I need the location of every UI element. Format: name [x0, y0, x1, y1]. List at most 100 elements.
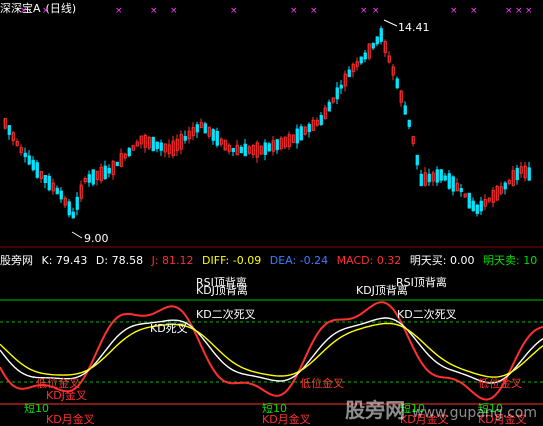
candle-body	[59, 190, 63, 200]
sell-tomorrow-value: 明天卖: 10	[483, 254, 538, 267]
signal-kd-second-death-cross: KD二次死叉	[196, 308, 256, 321]
candle-body	[375, 36, 379, 45]
candle-body	[439, 169, 443, 181]
j-value: J: 81.12	[151, 254, 194, 267]
candle-body	[35, 162, 39, 178]
star-marker-icon: ×	[42, 6, 50, 16]
star-marker-icon: ×	[360, 6, 368, 16]
candle-body	[71, 211, 75, 219]
candle-body	[47, 175, 51, 191]
star-marker-icon: ×	[470, 6, 478, 16]
macd-value: MACD: 0.32	[336, 254, 402, 267]
star-marker-icon: ×	[505, 6, 513, 16]
candle-body	[347, 69, 351, 78]
candle-body	[275, 139, 279, 151]
candle-body	[211, 129, 215, 141]
candle-body	[27, 155, 31, 165]
candle-body	[435, 169, 439, 183]
star-marker-icon: ×	[290, 6, 298, 16]
candle-body	[307, 123, 311, 133]
star-marker-icon: ×	[372, 6, 380, 16]
candle-body	[327, 101, 331, 112]
low-pointer	[71, 231, 83, 239]
d-value: D: 78.58	[95, 254, 144, 267]
candle-body	[447, 173, 451, 189]
candle-body	[215, 130, 219, 146]
candle-body	[267, 143, 271, 152]
candle-body	[427, 173, 431, 183]
star-marker-icon: ×	[20, 6, 28, 16]
candle-body	[23, 152, 27, 158]
signal-low-golden-cross: 低位金叉	[300, 377, 344, 390]
signal-kd-death-cross: KD死叉	[150, 322, 188, 335]
watermark: 股旁网 www.gupang.com	[345, 394, 537, 423]
candle-body	[471, 200, 475, 212]
signal-kd-month-golden: KD月金叉	[46, 413, 95, 426]
candle-body	[87, 174, 91, 183]
candlestick-chart[interactable]: × × × × × × × × × × × × × × ×	[0, 0, 543, 248]
k-value: K: 79.43	[41, 254, 88, 267]
buy-tomorrow-value: 明天买: 0.00	[409, 254, 475, 267]
star-marker-icon: ×	[525, 6, 533, 16]
candle-body	[403, 105, 407, 115]
candle-body	[91, 169, 95, 185]
candle-body	[515, 167, 519, 181]
candle-body	[363, 52, 367, 60]
star-marker-icon: ×	[170, 6, 178, 16]
signal-kdj-top-divergence: KDJ顶背离	[356, 284, 408, 297]
candle-body	[503, 182, 507, 190]
candle-body	[7, 125, 11, 135]
candle-body	[67, 201, 71, 216]
star-marker-icon: ×	[310, 6, 318, 16]
candle-body	[371, 42, 375, 49]
candle-body	[395, 78, 399, 89]
candle-body	[183, 135, 187, 141]
candle-body	[103, 165, 107, 179]
star-marker-icon: ×	[115, 6, 123, 16]
candle-body	[443, 175, 447, 181]
candle-body	[127, 147, 131, 157]
candle-body	[319, 114, 323, 126]
star-marker-icon: ×	[230, 6, 238, 16]
diff-value: DIFF: -0.09	[202, 254, 262, 267]
candle-body	[243, 143, 247, 157]
candle-body	[159, 142, 163, 151]
candle-body	[451, 176, 455, 192]
signal-kd-month-golden: KD月金叉	[262, 413, 311, 426]
signal-kdj-golden-cross: KDJ金叉	[46, 389, 87, 402]
dea-value: DEA: -0.24	[269, 254, 329, 267]
candle-body	[527, 167, 531, 181]
star-marker-icon: ×	[450, 6, 458, 16]
candle-body	[75, 196, 79, 210]
watermark-url: www.gupang.com	[412, 405, 537, 421]
d-line	[0, 322, 543, 378]
candle-body	[263, 142, 267, 155]
candle-body	[359, 56, 363, 64]
star-marker-icon: ×	[150, 6, 158, 16]
candle-body	[479, 200, 483, 212]
candle-body	[239, 146, 243, 154]
signal-kd-second-death-cross: KD二次死叉	[397, 308, 457, 321]
candle-body	[459, 188, 463, 192]
candle-body	[151, 136, 155, 152]
candle-body	[203, 123, 207, 134]
candle-body	[379, 28, 383, 42]
candle-body	[231, 147, 235, 153]
star-marker-icon: ×	[515, 6, 523, 16]
candle-body	[115, 161, 119, 167]
candle-body	[419, 173, 423, 187]
candle-body	[155, 141, 159, 150]
high-pointer	[383, 19, 398, 27]
indicator-name: 股旁网	[0, 254, 33, 267]
candle-body	[107, 167, 111, 174]
candle-body	[335, 87, 339, 100]
candle-body	[475, 204, 479, 214]
j-line	[0, 301, 543, 401]
candle-body	[299, 126, 303, 141]
indicator-panel[interactable]: RSI顶背离 KDJ顶背离 KD二次死叉 KD死叉 RSI顶背离 KDJ顶背离 …	[0, 270, 543, 426]
candle-body	[339, 84, 343, 89]
candle-body	[295, 128, 299, 144]
candle-body	[55, 187, 59, 195]
candle-body	[195, 124, 199, 133]
price-panel[interactable]: 深深宝A (日线) × × × × × × × × × × × × × × × 14.41 9.00	[0, 0, 543, 248]
